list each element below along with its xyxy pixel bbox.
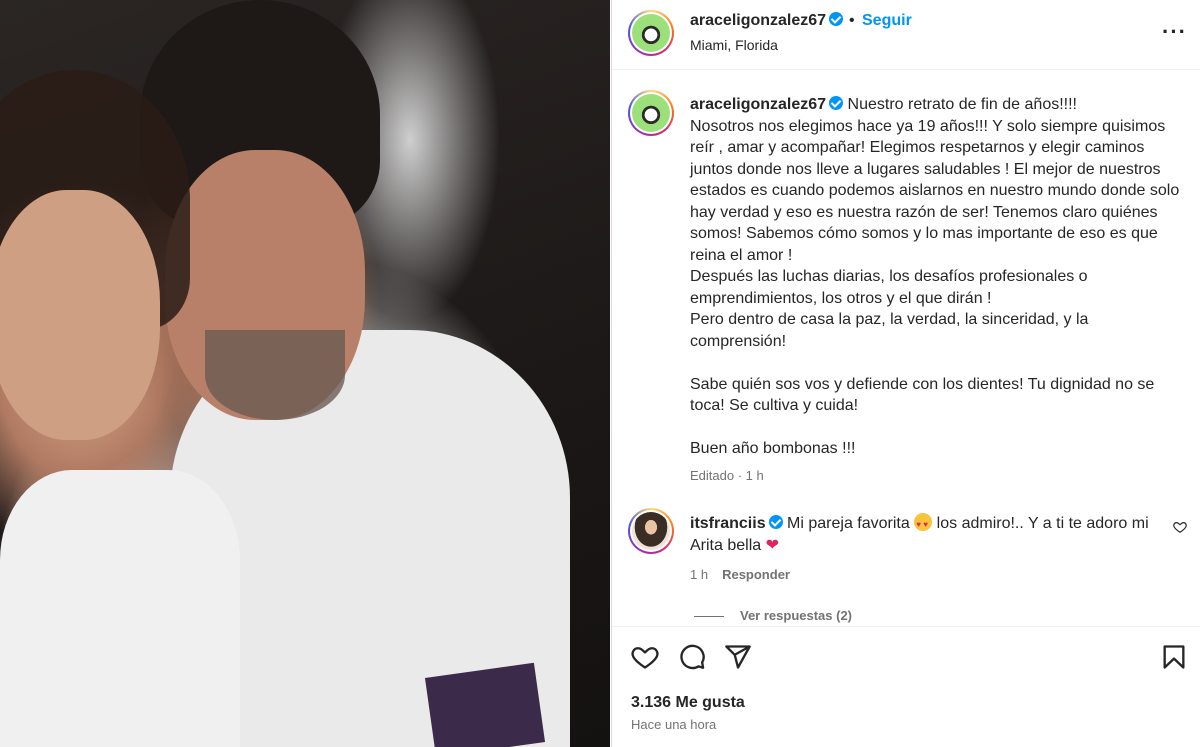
commenter-avatar[interactable] [628, 508, 674, 554]
post-actions: 3.136 Me gusta Hace una hora [612, 626, 1200, 747]
comment-meta: 1 h Responder [690, 567, 790, 582]
verified-badge-icon [768, 515, 783, 529]
caption-meta: Editado · 1 h [690, 468, 764, 483]
photo-figure-top-woman [0, 470, 240, 747]
more-options-icon[interactable]: ··· [1162, 21, 1187, 43]
view-replies-button[interactable]: Ver respuestas (2) [694, 608, 852, 623]
post-location[interactable]: Miami, Florida [690, 37, 778, 53]
caption-time[interactable]: 1 h [746, 468, 764, 483]
author-avatar[interactable] [628, 10, 674, 56]
comment-time[interactable]: 1 h [690, 567, 708, 582]
smiling-heart-eyes-emoji-icon [914, 513, 933, 536]
post-side-panel: araceligonzalez67 • Seguir Miami, Florid… [611, 0, 1200, 747]
verified-badge-icon [829, 96, 844, 110]
comment-text-part: Mi pareja favorita [787, 515, 910, 532]
post-photo[interactable] [0, 0, 610, 747]
caption-username[interactable]: araceligonzalez67 [690, 96, 844, 113]
edited-label: Editado [690, 468, 735, 483]
view-replies-label: Ver respuestas (2) [740, 608, 853, 623]
caption-line: Buen año bombonas !!! [690, 440, 856, 457]
post-header: araceligonzalez67 • Seguir Miami, Florid… [612, 0, 1200, 70]
red-heart-emoji-icon: ❤ [765, 537, 780, 554]
verified-badge-icon [829, 12, 844, 26]
header-separator-dot: • [849, 12, 855, 29]
comment-text: itsfranciis Mi pareja favorita los admir… [690, 513, 1160, 557]
save-bookmark-icon[interactable] [1160, 643, 1188, 671]
photo-figure-face-woman [0, 190, 160, 440]
photo-figure-beard [205, 330, 345, 420]
caption-line: Después las luchas diarias, los desafíos… [690, 268, 1088, 307]
caption-line: Sabe quién sos vos y defiende con los di… [690, 375, 1155, 415]
comment-icon[interactable] [678, 643, 706, 671]
caption-body: araceligonzalez67 Nuestro retrato de fin… [690, 94, 1180, 460]
likes-count[interactable]: 3.136 Me gusta [631, 694, 745, 712]
follow-button[interactable]: Seguir [862, 12, 912, 30]
reply-button[interactable]: Responder [722, 567, 790, 582]
commenter-username[interactable]: itsfranciis [690, 515, 783, 532]
caption-author-avatar[interactable] [628, 90, 674, 136]
comment-like-icon[interactable] [1173, 520, 1187, 534]
author-username[interactable]: araceligonzalez67 [690, 12, 844, 30]
share-icon[interactable] [724, 643, 752, 671]
caption-line: Nuestro retrato de fin de años!!!! [847, 96, 1077, 113]
photo-object-box [424, 662, 546, 747]
post-time-ago[interactable]: Hace una hora [631, 717, 716, 732]
meta-separator: · [734, 468, 746, 483]
caption-line: Nosotros nos elegimos hace ya 19 años!!!… [690, 117, 1180, 264]
caption-line: Pero dentro de casa la paz, la verdad, l… [690, 311, 1089, 350]
replies-divider-line [694, 616, 724, 618]
like-heart-icon[interactable] [631, 643, 659, 671]
